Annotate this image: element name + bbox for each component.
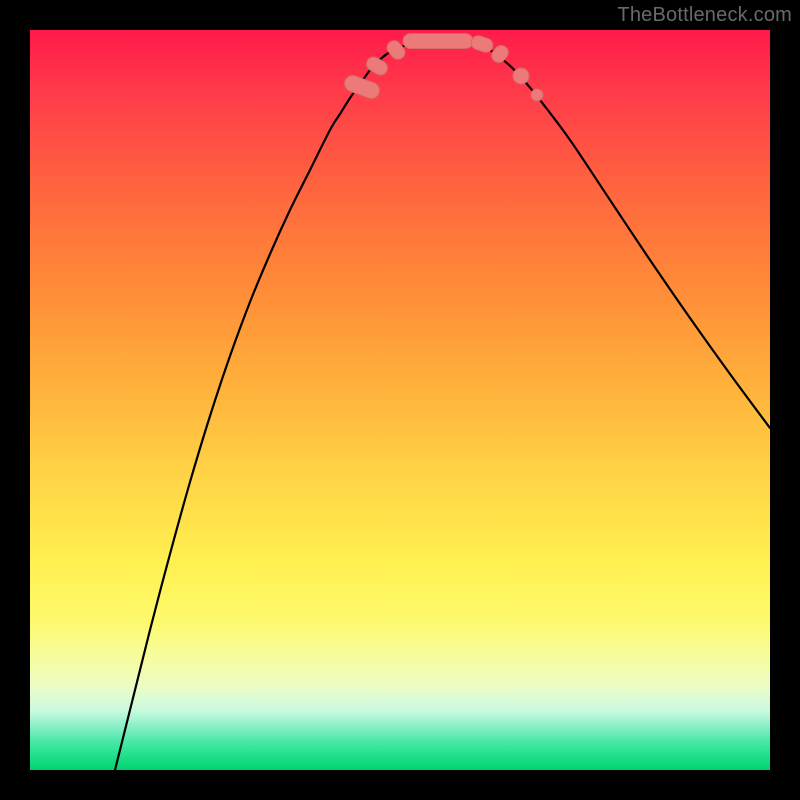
marker-dot (513, 68, 529, 84)
marker-capsule (342, 73, 381, 100)
marker-dot (531, 89, 543, 101)
watermark-text: TheBottleneck.com (617, 4, 792, 27)
chart-plot-area (30, 30, 770, 770)
bottleneck-curve (115, 40, 770, 770)
curve-path (115, 40, 770, 770)
chart-svg (30, 30, 770, 770)
marker-capsule (403, 34, 473, 49)
chart-frame: TheBottleneck.com (0, 0, 800, 800)
